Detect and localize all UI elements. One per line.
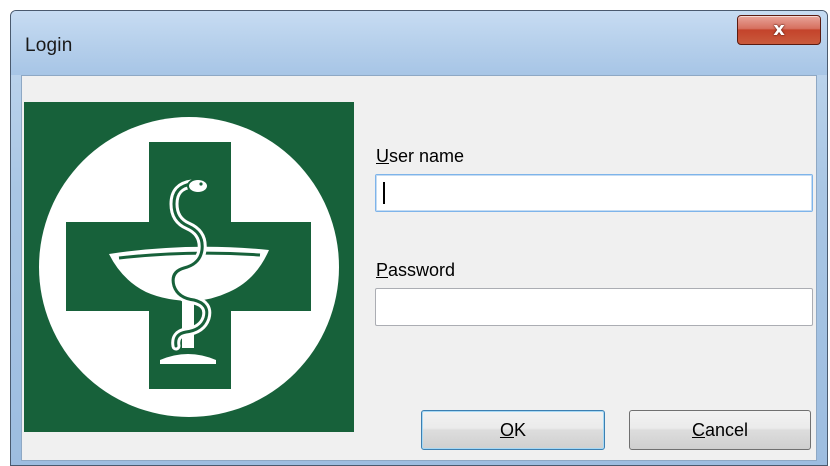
ok-button[interactable]: OK xyxy=(421,410,605,450)
text-caret xyxy=(383,182,385,204)
login-dialog: Login x User name Password O K C ancel xyxy=(10,10,828,466)
close-button[interactable]: x xyxy=(737,15,821,45)
window-title: Login xyxy=(25,35,73,56)
username-input[interactable] xyxy=(375,174,813,212)
cancel-button[interactable]: Cancel xyxy=(629,410,811,450)
password-label: Password xyxy=(376,260,456,280)
dialog-client-area: User name Password OK Cancel xyxy=(21,75,817,461)
pharmacy-cross-bowl-of-hygieia-icon xyxy=(24,102,354,432)
password-input[interactable] xyxy=(375,288,813,326)
close-icon: x xyxy=(773,19,785,40)
title-bar[interactable]: Login x xyxy=(11,11,827,75)
pharmacy-logo xyxy=(24,102,354,432)
username-label: User name xyxy=(376,146,465,166)
